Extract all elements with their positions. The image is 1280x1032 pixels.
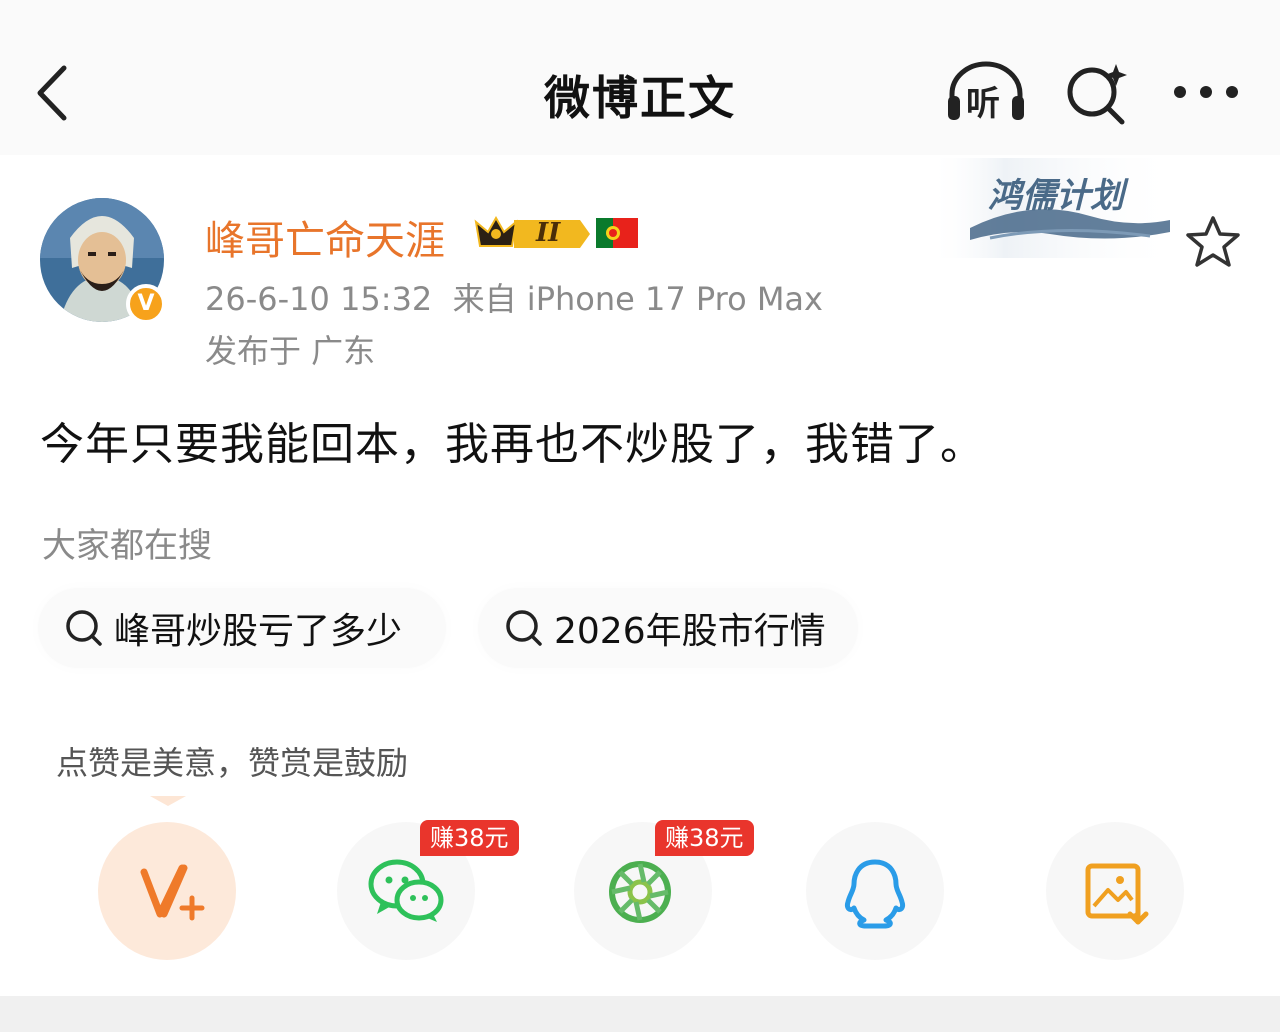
plan-banner-label: 鸿儒计划 [988, 176, 1124, 216]
search-icon [66, 610, 102, 646]
share-qq-button[interactable] [806, 822, 944, 960]
save-image-button[interactable] [1046, 822, 1184, 960]
member-crown-badge[interactable]: II [474, 212, 590, 256]
bottom-bar [0, 996, 1280, 1032]
member-level: II [536, 218, 561, 248]
save-image-icon [1085, 863, 1149, 925]
listen-label: 听 [966, 84, 1000, 124]
search-sparkle-icon [1067, 64, 1127, 125]
favorite-button[interactable] [1184, 214, 1242, 270]
search-chip-label: 峰哥炒股亏了多少 [114, 611, 403, 652]
portugal-flag-icon [596, 218, 638, 248]
post-meta: 26-6-10 15:32 来自 iPhone 17 Pro Max [205, 280, 823, 318]
qq-icon [845, 859, 905, 929]
reward-caption: 点赞是美意，赞赏是鼓励 [56, 744, 409, 782]
search-chip[interactable]: 峰哥炒股亏了多少 [38, 588, 446, 668]
reward-button[interactable] [98, 822, 236, 960]
earn-tag: 赚38元 [420, 820, 519, 856]
reward-pointer [150, 796, 186, 806]
listen-button[interactable]: 听 [944, 60, 1028, 126]
verified-badge: V [126, 284, 166, 324]
search-chip-label: 2026年股市行情 [554, 611, 826, 652]
post-location: 发布于 广东 [205, 332, 376, 370]
trending-search-heading: 大家都在搜 [42, 526, 212, 566]
search-button[interactable] [1062, 60, 1132, 126]
more-button[interactable] [1168, 70, 1244, 114]
star-icon [1186, 216, 1240, 267]
search-icon [506, 610, 542, 646]
crown-icon [474, 215, 590, 248]
search-chip[interactable]: 2026年股市行情 [478, 588, 858, 668]
more-dots-icon [1174, 86, 1238, 98]
reward-v-plus-icon [140, 864, 205, 921]
post-text: 今年只要我能回本，我再也不炒股了，我错了。 [40, 419, 985, 470]
earn-tag: 赚38元 [655, 820, 754, 856]
username[interactable]: 峰哥亡命天涯 [205, 208, 445, 266]
